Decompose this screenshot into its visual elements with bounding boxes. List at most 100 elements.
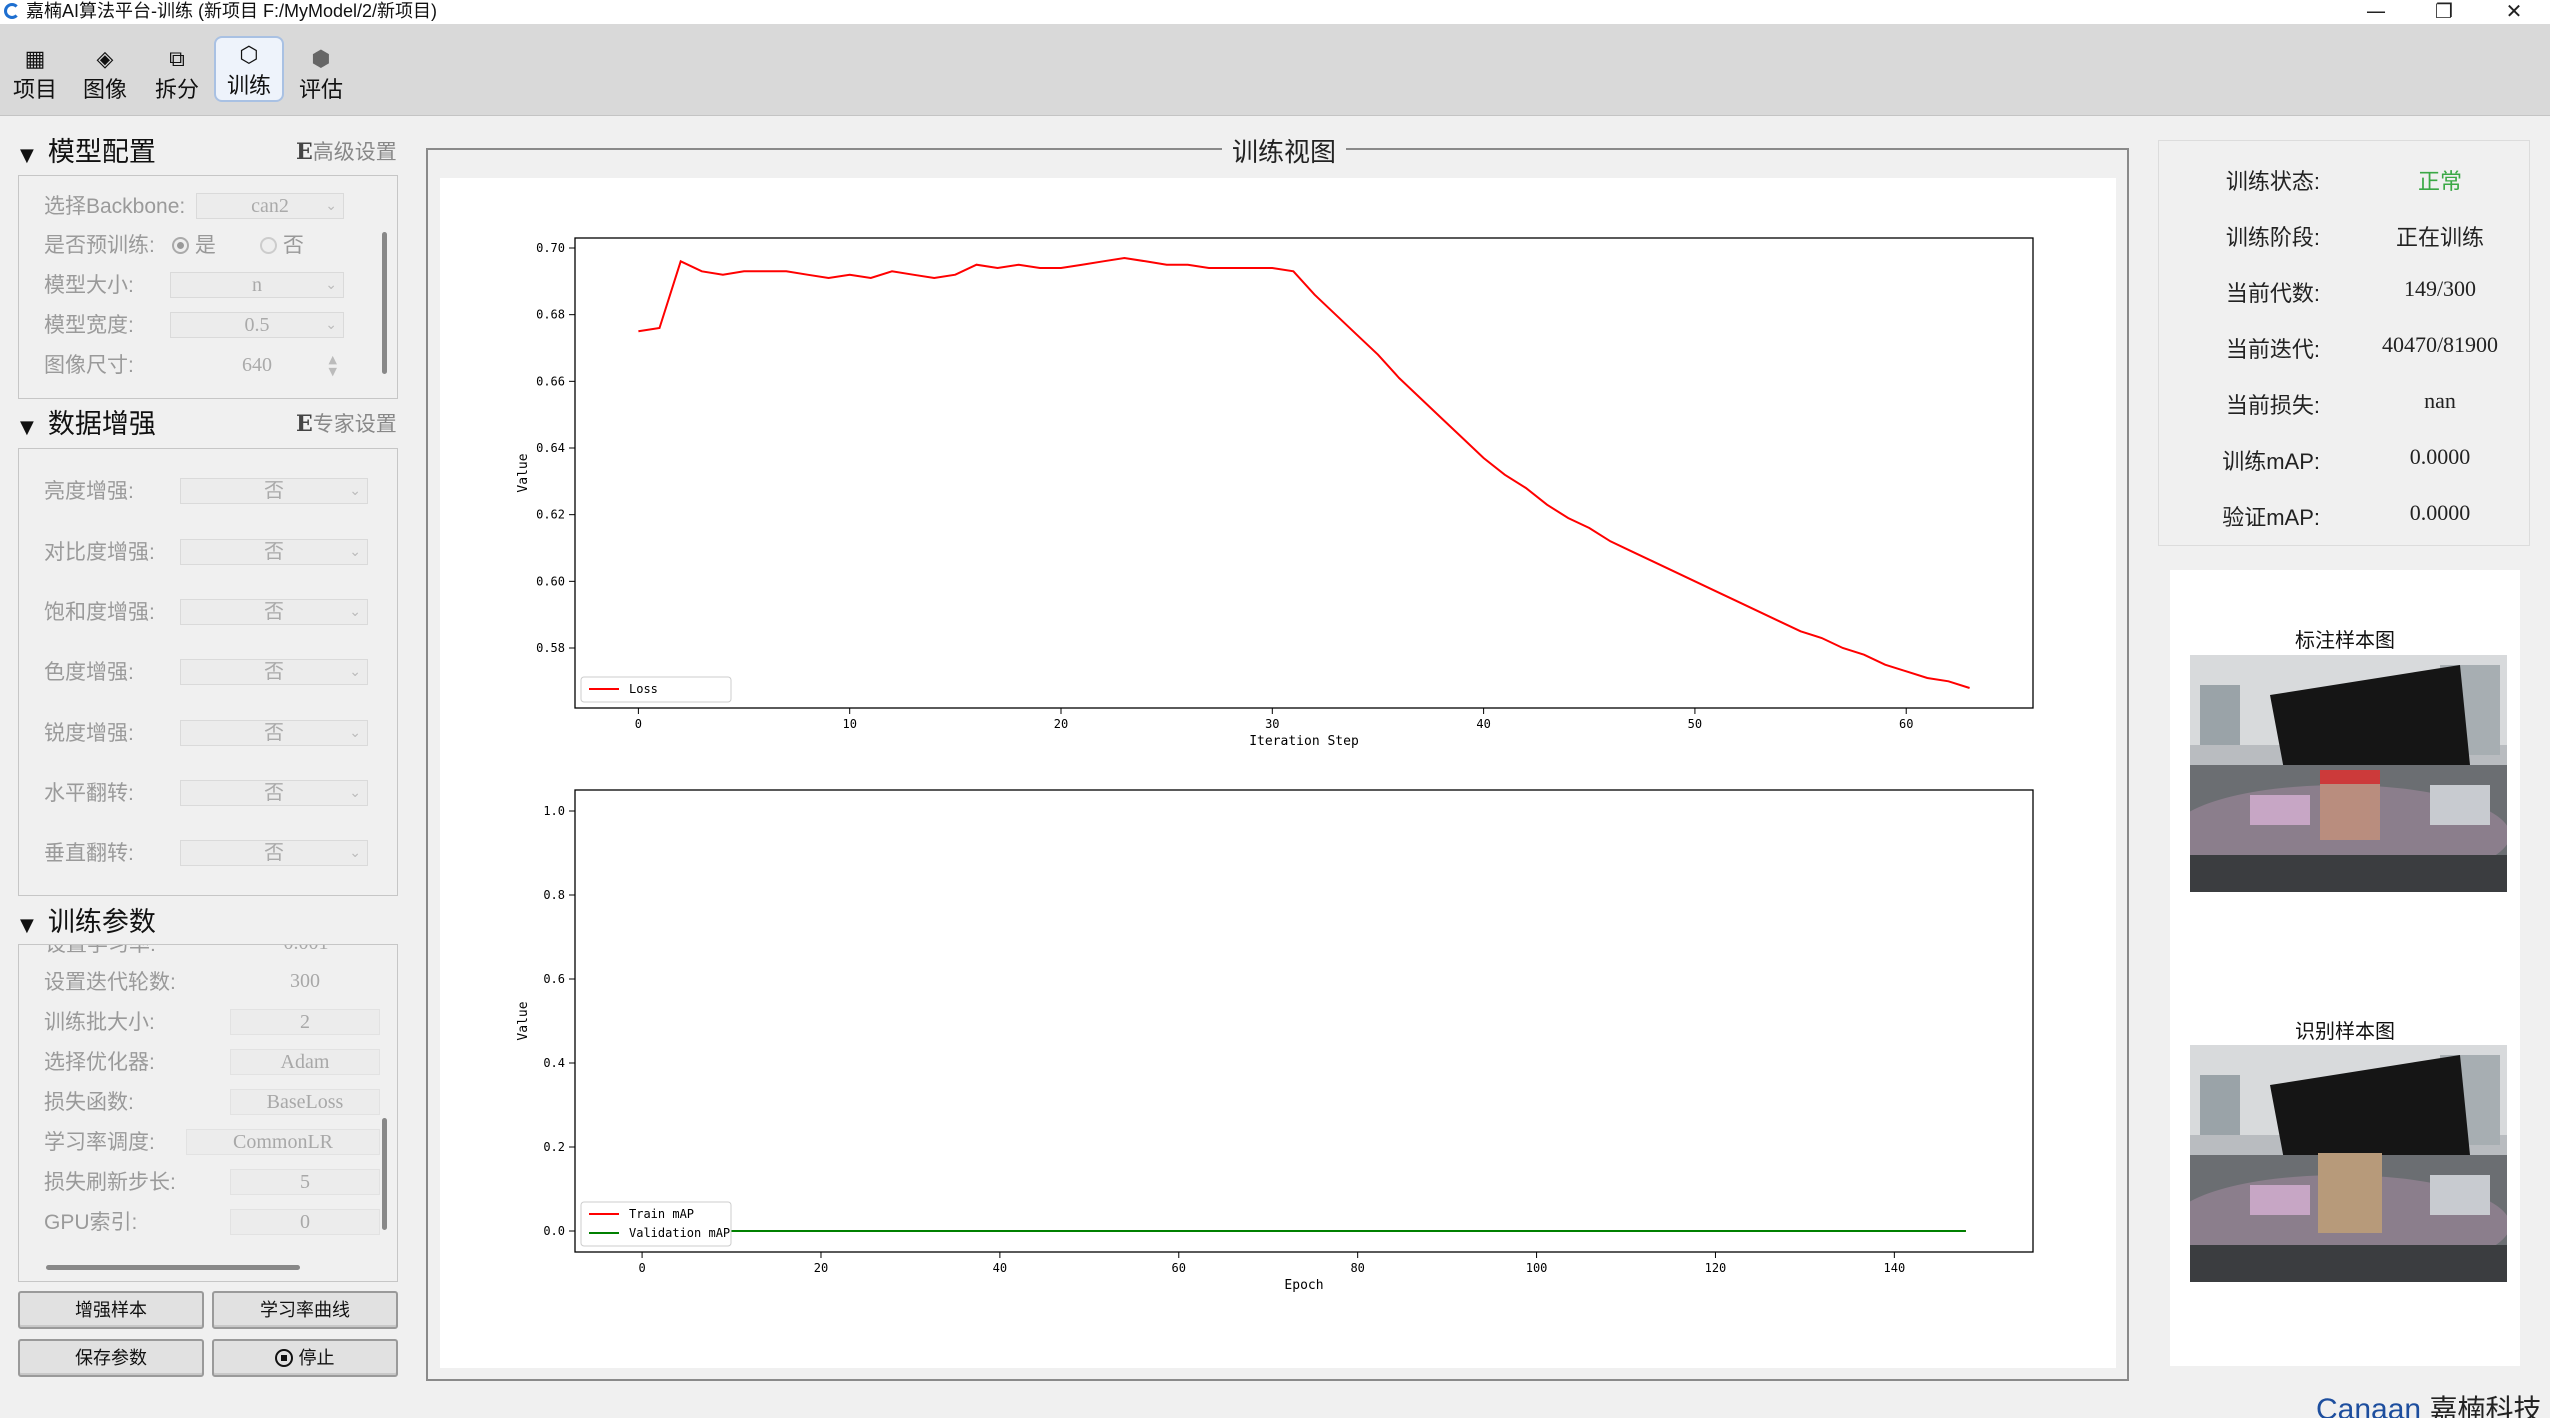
backbone-select[interactable]: can2 ⌄	[196, 193, 344, 219]
x-tick-label: 30	[1265, 717, 1279, 731]
stop-label: 停止	[298, 1348, 335, 1368]
series-line-0	[638, 256, 1970, 689]
legend-label: Train mAP	[629, 1207, 694, 1221]
train-params-scrollbar-h[interactable]	[46, 1265, 300, 1270]
stop-button[interactable]: 停止	[212, 1339, 398, 1377]
expert-settings-link[interactable]: E专家设置	[296, 404, 397, 445]
model-width-value: 0.5	[244, 314, 270, 336]
train-stage-value: 正在训练	[2395, 225, 2484, 250]
chevron-down-icon: ⌄	[325, 317, 337, 333]
image-size-spinbox[interactable]: 640 ▲ ▼	[170, 352, 344, 378]
recognized-sample-title: 识别样本图	[2295, 1021, 2395, 1043]
saturation-select[interactable]: 否 ⌄	[180, 599, 368, 625]
restore-button[interactable]: ❐	[2414, 0, 2474, 22]
y-tick-label: 0.2	[543, 1140, 565, 1154]
chevron-down-icon: ⌄	[349, 785, 361, 801]
image-icon: ◈	[96, 47, 114, 72]
model-config-scrollbar[interactable]	[382, 232, 387, 374]
y-tick-label: 0.4	[543, 1056, 565, 1070]
image-size-label: 图像尺寸:	[44, 354, 134, 377]
training-charts: 0.580.600.620.640.660.680.700 10 20 30 40 50 6…	[516, 237, 2034, 1293]
loss-fn-field[interactable]: BaseLoss	[230, 1089, 380, 1115]
advanced-settings-label: 高级设置	[312, 141, 397, 164]
chevron-down-icon: ⌄	[349, 604, 361, 620]
augment-sample-button[interactable]: 增强样本	[18, 1291, 204, 1329]
chevron-down-icon: ⌄	[349, 483, 361, 499]
recognized-sample-image	[2190, 1045, 2507, 1282]
y-tick-label: 0.60	[536, 574, 565, 588]
advanced-settings-link[interactable]: E高级设置	[296, 132, 397, 173]
tab-train-label: 训练	[226, 73, 271, 98]
hue-select[interactable]: 否 ⌄	[180, 659, 368, 685]
gpu-index-field[interactable]: 0	[230, 1209, 380, 1235]
y-axis-label: Value	[516, 453, 531, 492]
brightness-value: 否	[264, 480, 284, 502]
backbone-label: 选择Backbone:	[44, 195, 186, 218]
epochs-field[interactable]: 300	[230, 969, 380, 995]
chevron-down-icon: ⌄	[325, 277, 337, 293]
current-loss-label: 当前损失:	[2225, 393, 2320, 418]
batch-size-field[interactable]: 2	[230, 1009, 380, 1035]
chevron-down-icon: ⌄	[325, 198, 337, 214]
tab-image[interactable]: ◈ 图像	[70, 38, 140, 110]
lr-curve-button[interactable]: 学习率曲线	[212, 1291, 398, 1329]
current-epoch-value: 149/300	[2403, 276, 2477, 301]
model-config-header[interactable]: ▼ 模型配置	[20, 132, 156, 172]
loss-refresh-field[interactable]: 5	[230, 1169, 380, 1195]
x-tick-label: 40	[993, 1261, 1007, 1275]
tab-evaluate-label: 评估	[298, 77, 343, 102]
x-tick-label: 120	[1705, 1261, 1727, 1275]
current-loss-value: nan	[2424, 388, 2456, 413]
x-axis-label: Epoch	[1284, 1278, 1323, 1293]
optimizer-field[interactable]: Adam	[230, 1049, 380, 1075]
y-tick-label: 0.0	[543, 1224, 565, 1238]
save-params-button[interactable]: 保存参数	[18, 1339, 204, 1377]
settings-e-icon: E	[296, 411, 313, 437]
contrast-select[interactable]: 否 ⌄	[180, 539, 368, 565]
x-tick-label: 100	[1526, 1261, 1548, 1275]
tab-evaluate[interactable]: ⬢ 评估	[286, 38, 356, 110]
hflip-value: 否	[264, 782, 284, 804]
app-logo-icon	[4, 3, 20, 19]
brightness-select[interactable]: 否 ⌄	[180, 478, 368, 504]
batch-size-label: 训练批大小:	[44, 1011, 155, 1034]
model-config-title: 模型配置	[47, 137, 156, 167]
legend-label: Validation mAP	[629, 1226, 730, 1240]
train-params-scrollbar-v[interactable]	[382, 1118, 387, 1230]
title-bar: 嘉楠AI算法平台-训练 (新项目 F:/MyModel/2/新项目) — ❐ ✕	[0, 0, 2550, 24]
train-params-header[interactable]: ▼ 训练参数	[20, 902, 156, 942]
x-tick-label: 50	[1688, 717, 1702, 731]
model-size-select[interactable]: n ⌄	[170, 272, 344, 298]
vflip-value: 否	[264, 842, 284, 864]
tab-train[interactable]: ⬡ 训练	[214, 36, 284, 102]
contrast-value: 否	[264, 541, 284, 563]
sharpness-select[interactable]: 否 ⌄	[180, 720, 368, 746]
saturation-label: 饱和度增强:	[44, 601, 155, 624]
tab-split[interactable]: ⧉ 拆分	[142, 38, 212, 110]
tab-project[interactable]: ▦ 项目	[0, 38, 70, 110]
tab-split-label: 拆分	[154, 77, 199, 102]
learning-rate-label: 设置学习率:	[45, 944, 156, 956]
close-button[interactable]: ✕	[2484, 0, 2544, 22]
plot-frame	[574, 237, 2034, 709]
toolbar: ▦ 项目 ◈ 图像 ⧉ 拆分 ⬡ 训练 ⬢ 评估	[0, 24, 2550, 116]
sharpness-value: 否	[264, 722, 284, 744]
lr-schedule-label: 学习率调度:	[44, 1131, 155, 1154]
settings-e-icon: E	[296, 139, 313, 165]
x-tick-label: 140	[1884, 1261, 1906, 1275]
chevron-down-icon: ⌄	[349, 845, 361, 861]
vflip-select[interactable]: 否 ⌄	[180, 840, 368, 866]
x-tick-label: 20	[814, 1261, 828, 1275]
radio-unchecked-icon	[260, 237, 277, 254]
lr-schedule-field[interactable]: CommonLR	[186, 1129, 380, 1155]
y-tick-label: 0.8	[543, 888, 565, 902]
annotated-sample-title: 标注样本图	[2295, 630, 2395, 652]
minimize-button[interactable]: —	[2346, 0, 2406, 22]
hflip-select[interactable]: 否 ⌄	[180, 780, 368, 806]
model-width-select[interactable]: 0.5 ⌄	[170, 312, 344, 338]
learning-rate-field[interactable]: 0.001	[231, 945, 381, 957]
augment-header[interactable]: ▼ 数据增强	[20, 404, 156, 444]
pretrain-yes-radio[interactable]: 是	[172, 232, 216, 260]
x-tick-label: 0	[638, 1261, 645, 1275]
pretrain-no-radio[interactable]: 否	[260, 232, 304, 260]
